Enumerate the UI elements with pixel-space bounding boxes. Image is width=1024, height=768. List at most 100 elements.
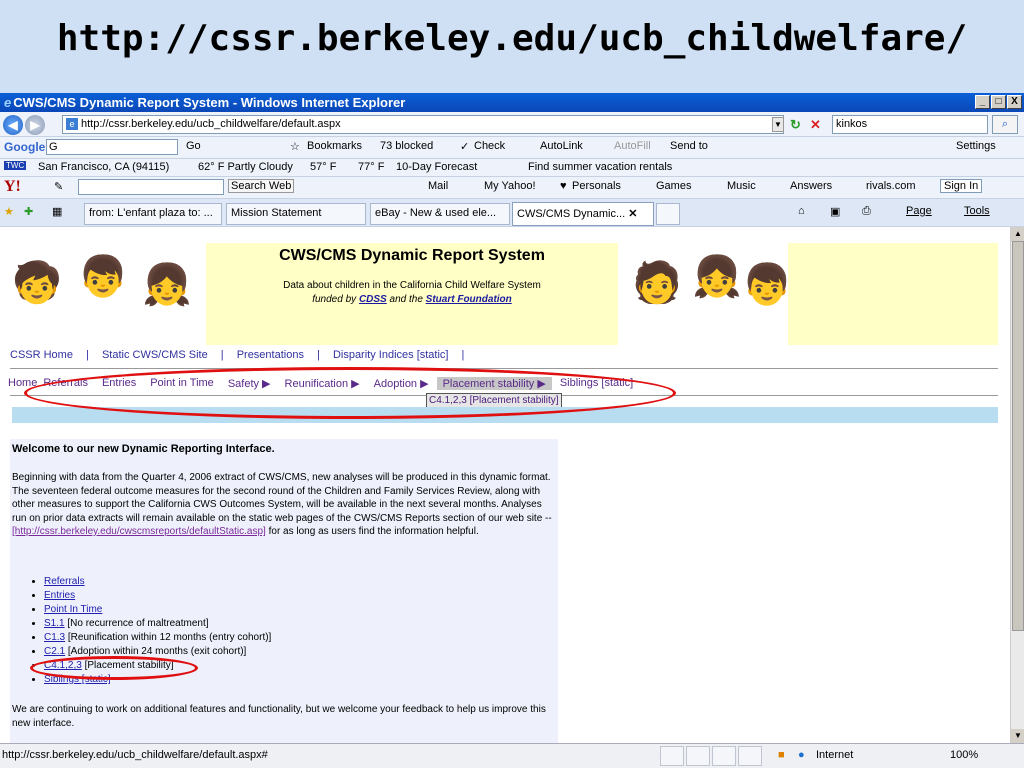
add-favorite-icon[interactable]: ✚ (24, 205, 33, 218)
forecast-link[interactable]: 10-Day Forecast (396, 161, 477, 173)
yahoo-sign-in-button[interactable]: Sign In (940, 179, 983, 193)
static-reports-link[interactable]: [http://cssr.berkeley.edu/cwscmsreports/… (12, 526, 266, 537)
search-web-button[interactable]: Search Web (228, 179, 295, 193)
page-content: 🧒 👦 👧 CWS/CMS Dynamic Report System Data… (0, 227, 1010, 743)
cssr-home-link[interactable]: CSSR Home (10, 349, 73, 361)
close-button[interactable]: X (1007, 95, 1022, 109)
autolink-button[interactable]: AutoLink (540, 140, 583, 152)
heart-icon: ♥ (560, 180, 567, 192)
weather-temp-3[interactable]: 77° F (358, 161, 384, 173)
page-menu[interactable]: Page (906, 205, 932, 217)
tab-item[interactable]: from: L'enfant plaza to: ... (84, 203, 222, 225)
report-link[interactable]: C1.3 (44, 632, 65, 643)
list-item: Referrals (44, 575, 271, 589)
report-link[interactable]: Entries (44, 590, 75, 601)
report-link[interactable]: C2.1 (44, 646, 65, 657)
child-figure-icon: 🧒 (12, 261, 62, 305)
welcome-panel: Welcome to our new Dynamic Reporting Int… (10, 439, 558, 743)
scroll-down-icon[interactable]: ▼ (1011, 729, 1024, 743)
status-url: http://cssr.berkeley.edu/ucb_childwelfar… (2, 749, 268, 761)
scroll-thumb[interactable] (1012, 241, 1024, 631)
globe-icon: ● (798, 749, 805, 761)
child-figure-icon: 🧑 (632, 261, 682, 305)
tab-item[interactable]: Mission Statement (226, 203, 366, 225)
weather-location[interactable]: San Francisco, CA (94115) (38, 161, 169, 173)
scroll-up-icon[interactable]: ▲ (1011, 227, 1024, 241)
report-link[interactable]: Point In Time (44, 604, 102, 615)
personals-button[interactable]: Personals (572, 180, 621, 192)
presentations-link[interactable]: Presentations (237, 349, 304, 361)
google-search-input[interactable]: G (46, 139, 178, 155)
minimize-button[interactable]: _ (975, 95, 990, 109)
weather-temp-2[interactable]: 57° F (310, 161, 336, 173)
banner-subtitle: Data about children in the California Ch… (283, 280, 541, 305)
search-icon[interactable]: ⌕ (992, 115, 1018, 134)
home-icon[interactable]: ⌂ (798, 205, 805, 217)
status-cell (712, 746, 736, 766)
report-link[interactable]: S1.1 (44, 618, 65, 629)
answers-button[interactable]: Answers (790, 180, 832, 192)
autofill-button[interactable]: AutoFill (614, 140, 651, 152)
top-links: CSSR Home | Static CWS/CMS Site | Presen… (10, 349, 465, 361)
status-bar: http://cssr.berkeley.edu/ucb_childwelfar… (0, 743, 1024, 768)
welcome-paragraph: Beginning with data from the Quarter 4, … (12, 472, 552, 537)
google-go-button[interactable]: Go (186, 140, 201, 152)
vertical-scrollbar[interactable]: ▲ ▼ (1010, 227, 1024, 743)
highlight-oval (24, 367, 676, 419)
tools-menu[interactable]: Tools (964, 205, 990, 217)
lock-icon: ■ (778, 749, 785, 761)
address-input[interactable]: e http://cssr.berkeley.edu/ucb_childwelf… (62, 115, 784, 134)
maximize-button[interactable]: □ (991, 95, 1006, 109)
window-controls: _ □ X (975, 95, 1022, 109)
feeds-icon[interactable]: ▣ (830, 205, 840, 218)
status-cell (660, 746, 684, 766)
sendto-button[interactable]: Send to (670, 140, 708, 152)
banner-title: CWS/CMS Dynamic Report System (279, 247, 545, 264)
site-banner: 🧒 👦 👧 CWS/CMS Dynamic Report System Data… (10, 243, 998, 345)
yahoo-search-input[interactable] (78, 179, 224, 195)
list-item: Point In Time (44, 603, 271, 617)
summer-rentals-link[interactable]: Find summer vacation rentals (528, 161, 672, 173)
print-icon[interactable]: ⎙ (862, 205, 871, 218)
report-link[interactable]: Referrals (44, 576, 85, 587)
games-button[interactable]: Games (656, 180, 691, 192)
status-cell (686, 746, 710, 766)
twc-logo-icon: TWC (4, 161, 27, 170)
search-input[interactable]: kinkos (832, 115, 988, 134)
my-yahoo-button[interactable]: My Yahoo! (484, 180, 536, 192)
music-button[interactable]: Music (727, 180, 756, 192)
tab-item[interactable]: eBay - New & used ele... (370, 203, 510, 225)
feedback-paragraph: We are continuing to work on additional … (12, 704, 546, 729)
new-tab-button[interactable] (656, 203, 680, 225)
popup-blocked-count[interactable]: 73 blocked (380, 140, 433, 152)
spell-check-icon: ✓ (460, 141, 470, 153)
cdss-link[interactable]: CDSS (359, 294, 387, 305)
stop-icon[interactable]: ✕ (810, 117, 821, 133)
tab-close-icon[interactable]: ✕ (628, 208, 637, 220)
tab-item-active[interactable]: CWS/CMS Dynamic... ✕ (512, 202, 654, 226)
stuart-foundation-link[interactable]: Stuart Foundation (426, 294, 512, 305)
bookmarks-button[interactable]: Bookmarks (307, 140, 362, 152)
list-item: C1.3 [Reunification within 12 months (en… (44, 631, 271, 645)
child-figure-icon: 👦 (78, 255, 128, 299)
google-settings-button[interactable]: Settings (956, 140, 996, 152)
address-dropdown-button[interactable]: ▼ (772, 117, 784, 132)
rivals-button[interactable]: rivals.com (866, 180, 916, 192)
mail-button[interactable]: Mail (428, 180, 448, 192)
forward-button[interactable]: ▶ (25, 115, 45, 135)
google-logo: Google (4, 140, 46, 154)
browser-window: e CWS/CMS Dynamic Report System - Windows… (0, 93, 1024, 768)
yahoo-logo: Y! (4, 178, 21, 195)
disparity-indices-link[interactable]: Disparity Indices [static] (333, 349, 449, 361)
quick-tabs-icon[interactable]: ▦ (52, 205, 62, 218)
back-button[interactable]: ◀ (3, 115, 23, 135)
check-button[interactable]: Check (474, 140, 505, 152)
weather-temp-current[interactable]: 62° F Partly Cloudy (198, 161, 293, 173)
zoom-level[interactable]: 100% (950, 744, 978, 766)
child-figure-icon: 👧 (142, 263, 192, 307)
page-icon: e (66, 118, 78, 130)
refresh-icon[interactable]: ↻ (790, 117, 801, 133)
favorites-star-icon[interactable]: ★ (4, 205, 14, 218)
security-zone: Internet (816, 749, 854, 761)
static-site-link[interactable]: Static CWS/CMS Site (102, 349, 208, 361)
